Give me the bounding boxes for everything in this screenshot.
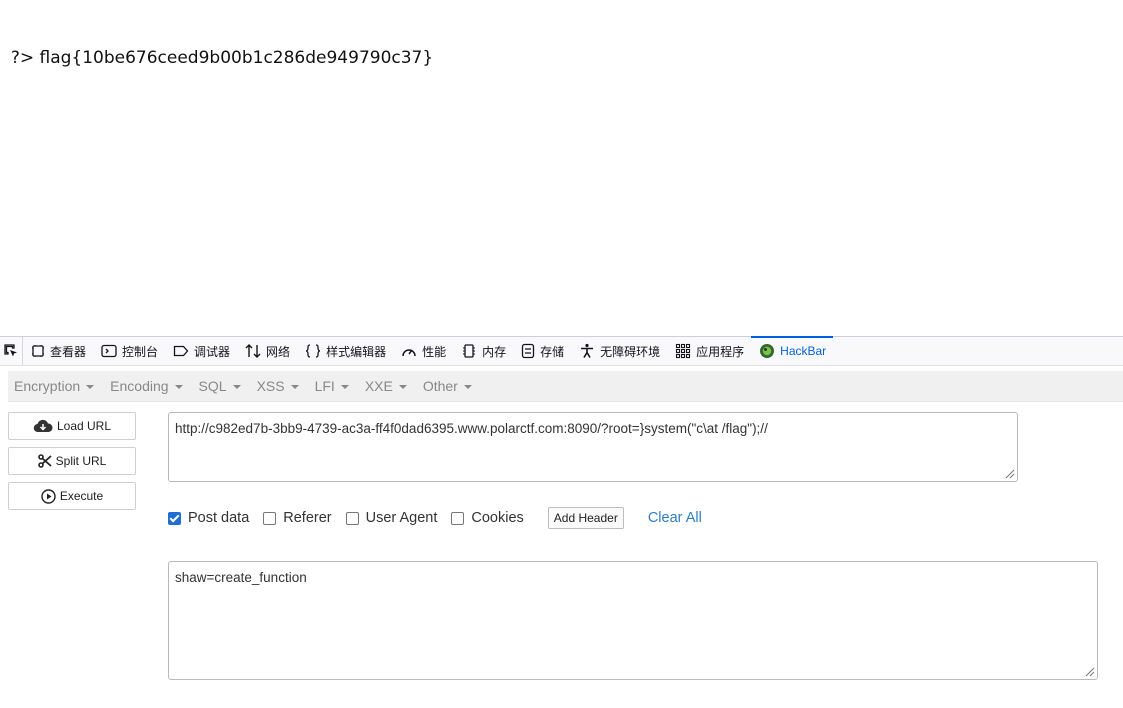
corner-tick: ' <box>0 0 3 7</box>
flag-output-text: ?> flag{10be676ceed9b00b1c286de949790c37… <box>10 48 434 68</box>
performance-icon <box>402 349 416 357</box>
add-header-button[interactable]: Add Header <box>547 507 624 529</box>
post-data-value: shaw=create_function <box>175 570 307 585</box>
caret-down-icon <box>463 385 472 389</box>
tab-style-editor[interactable]: 样式编辑器 <box>297 337 393 365</box>
url-value: http://c982ed7b-3bb9-4739-ac3a-ff4f0dad6… <box>175 421 768 436</box>
menu-xxe[interactable]: XXE <box>359 378 417 394</box>
devtools-toolbar: 查看器 控制台 调试器 网络 样式编辑器 性能 内存 存储 无障碍环境 应用程序… <box>0 336 1123 366</box>
url-input[interactable]: http://c982ed7b-3bb9-4739-ac3a-ff4f0dad6… <box>168 412 1018 482</box>
request-options: Post data Referer User Agent Cookies Add… <box>168 507 702 529</box>
tab-storage[interactable]: 存储 <box>513 337 571 365</box>
checkbox-unchecked[interactable] <box>451 511 465 525</box>
tab-label: 控制台 <box>122 344 159 359</box>
tab-label: 无障碍环境 <box>600 344 661 359</box>
post-data-input[interactable]: shaw=create_function <box>168 561 1098 680</box>
tab-label: 应用程序 <box>696 344 745 359</box>
hackbar-menu: Encryption Encoding SQL XSS LFI XXE Othe… <box>8 371 1123 402</box>
caret-down-icon <box>86 385 95 389</box>
menu-sql[interactable]: SQL <box>193 378 251 394</box>
debugger-icon <box>173 345 189 357</box>
tab-label: 网络 <box>266 344 291 359</box>
tab-accessibility[interactable]: 无障碍环境 <box>571 337 667 365</box>
caret-down-icon <box>290 385 299 389</box>
tab-hackbar[interactable]: HackBar <box>751 336 834 365</box>
element-picker-icon <box>4 344 17 357</box>
page-output: ' ?> flag{10be676ceed9b00b1c286de949790c… <box>0 0 434 68</box>
resize-grip-icon[interactable] <box>1003 467 1015 479</box>
checkbox-unchecked[interactable] <box>345 511 359 525</box>
tab-label: 调试器 <box>194 344 231 359</box>
tab-label: 性能 <box>422 344 447 359</box>
tab-performance[interactable]: 性能 <box>393 337 453 365</box>
checkbox-checked[interactable] <box>168 511 181 525</box>
style-editor-icon <box>305 344 321 358</box>
menu-other[interactable]: Other <box>417 378 482 394</box>
resize-grip-icon[interactable] <box>1083 665 1095 677</box>
menu-lfi[interactable]: LFI <box>309 378 359 394</box>
accessibility-icon <box>581 343 594 358</box>
caret-down-icon <box>340 385 349 389</box>
tab-memory[interactable]: 内存 <box>453 337 513 365</box>
tab-network[interactable]: 网络 <box>237 337 297 365</box>
tab-label: 存储 <box>540 344 565 359</box>
tab-debugger[interactable]: 调试器 <box>165 337 237 365</box>
split-url-button[interactable]: Split URL <box>8 447 136 475</box>
application-icon <box>676 343 691 359</box>
menu-xss[interactable]: XSS <box>251 378 309 394</box>
tab-inspector[interactable]: 查看器 <box>23 337 93 365</box>
console-icon <box>101 344 117 358</box>
caret-down-icon <box>232 385 241 389</box>
storage-icon <box>521 343 535 359</box>
cookies-checkbox[interactable]: Cookies <box>451 510 524 526</box>
tab-label: 查看器 <box>50 344 87 359</box>
menu-encoding[interactable]: Encoding <box>104 378 192 394</box>
tab-label: 内存 <box>482 344 507 359</box>
user-agent-checkbox[interactable]: User Agent <box>345 510 437 526</box>
network-icon <box>245 344 261 358</box>
tab-label: 样式编辑器 <box>326 344 387 359</box>
execute-button[interactable]: Execute <box>8 482 136 510</box>
clear-all-link[interactable]: Clear All <box>648 510 702 526</box>
caret-down-icon <box>174 385 183 389</box>
post-data-checkbox[interactable]: Post data <box>168 510 249 526</box>
menu-encryption[interactable]: Encryption <box>8 378 104 394</box>
hackbar-icon <box>760 344 775 358</box>
tab-label: HackBar <box>780 344 827 358</box>
memory-icon <box>463 344 476 358</box>
tab-console[interactable]: 控制台 <box>93 337 165 365</box>
load-url-button[interactable]: Load URL <box>8 412 136 440</box>
cloud-download-icon <box>33 419 53 433</box>
caret-down-icon <box>398 385 407 389</box>
referer-checkbox[interactable]: Referer <box>263 510 332 526</box>
scissors-icon <box>37 454 52 468</box>
checkbox-unchecked[interactable] <box>263 511 277 525</box>
play-circle-icon <box>41 488 56 504</box>
element-picker-button[interactable] <box>0 337 23 365</box>
tab-application[interactable]: 应用程序 <box>667 337 751 365</box>
inspector-icon <box>32 345 44 357</box>
